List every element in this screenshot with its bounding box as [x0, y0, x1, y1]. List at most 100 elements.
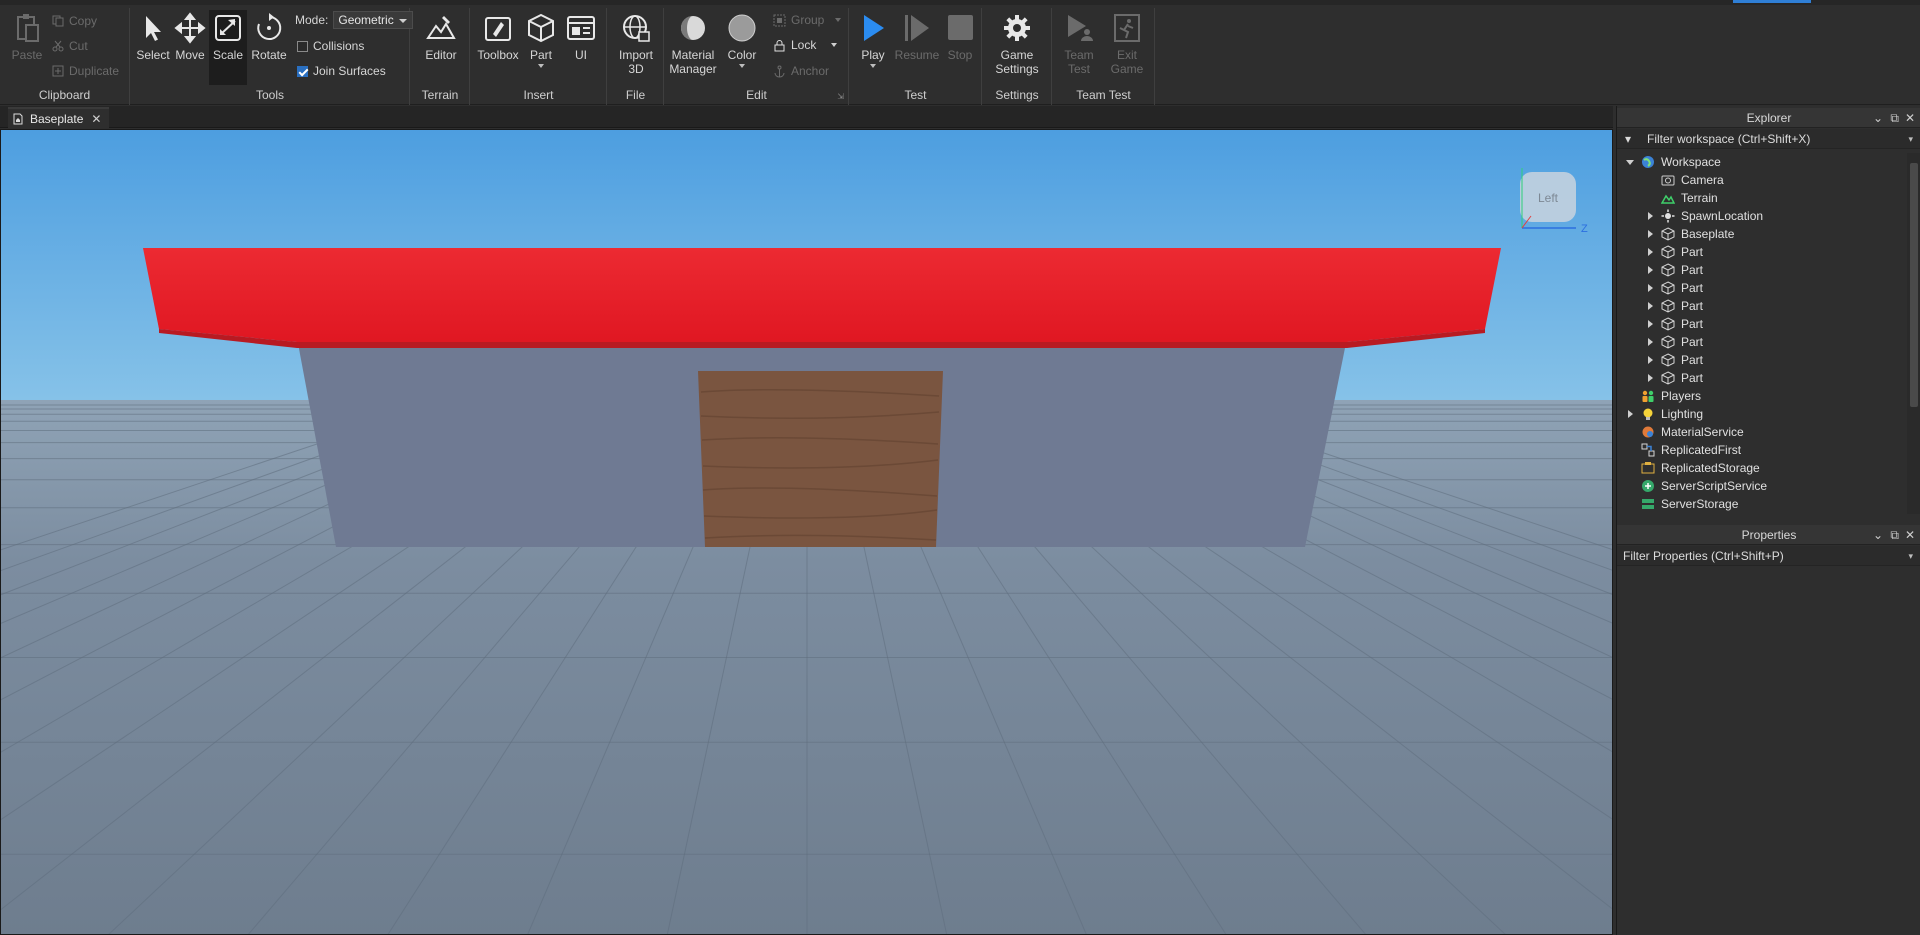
- explorer-scrollbar-thumb[interactable]: [1910, 163, 1918, 407]
- red-roof[interactable]: [143, 248, 1501, 342]
- game-settings-button[interactable]: Game Settings: [991, 12, 1043, 76]
- properties-collapse-icon[interactable]: ⌄: [1873, 525, 1883, 545]
- properties-filter-input[interactable]: Filter Properties (Ctrl+Shift+P): [1623, 546, 1784, 566]
- move-tool-button[interactable]: Move: [173, 12, 207, 62]
- explorer-item-workspace[interactable]: Workspace: [1625, 153, 1721, 171]
- anchor-button[interactable]: Anchor: [773, 62, 829, 80]
- material-manager-button[interactable]: Material Manager: [665, 12, 721, 76]
- explorer-item-part[interactable]: Part: [1645, 243, 1703, 261]
- join-surfaces-checkbox[interactable]: [297, 65, 308, 77]
- insert-part-button[interactable]: Part: [523, 12, 559, 68]
- tree-collapsed-arrow-icon[interactable]: [1645, 283, 1655, 293]
- explorer-item-label: Workspace: [1661, 155, 1721, 169]
- explorer-close-icon[interactable]: ✕: [1905, 108, 1915, 128]
- group-dropdown-caret[interactable]: [835, 18, 842, 22]
- explorer-item-part[interactable]: Part: [1645, 279, 1703, 297]
- explorer-item-materialservice[interactable]: MaterialService: [1625, 423, 1744, 441]
- move-label: Move: [175, 48, 205, 62]
- explorer-item-part[interactable]: Part: [1645, 333, 1703, 351]
- resume-button[interactable]: Resume: [894, 12, 940, 62]
- rotate-tool-button[interactable]: Rotate: [249, 12, 289, 62]
- insert-ui-button[interactable]: UI: [563, 12, 599, 62]
- 3d-viewport[interactable]: Left Z: [0, 129, 1613, 935]
- paste-button[interactable]: Paste: [8, 12, 46, 62]
- explorer-item-players[interactable]: Players: [1625, 387, 1701, 405]
- play-button[interactable]: Play: [854, 12, 892, 68]
- server-storage-icon: [1641, 497, 1655, 511]
- explorer-item-spawnlocation[interactable]: SpawnLocation: [1645, 207, 1763, 225]
- explorer-item-lighting[interactable]: Lighting: [1625, 405, 1703, 423]
- lock-button[interactable]: Lock: [773, 36, 838, 54]
- explorer-item-part[interactable]: Part: [1645, 315, 1703, 333]
- color-button[interactable]: Color: [724, 12, 760, 68]
- explorer-scrollbar[interactable]: [1907, 153, 1920, 514]
- scale-tool-button[interactable]: Scale: [209, 10, 247, 85]
- properties-undock-icon[interactable]: ⧉: [1890, 525, 1899, 545]
- tree-expanded-arrow-icon[interactable]: [1625, 157, 1635, 167]
- select-tool-button[interactable]: Select: [136, 12, 170, 62]
- terrain-editor-button[interactable]: Editor: [421, 12, 461, 62]
- tree-collapsed-arrow-icon[interactable]: [1645, 373, 1655, 383]
- test-group: Play Resume Stop Test: [850, 8, 982, 105]
- wooden-door[interactable]: [698, 371, 943, 547]
- explorer-filter-dropdown-icon[interactable]: ▾: [1908, 129, 1913, 149]
- copy-button[interactable]: Copy: [52, 12, 97, 30]
- tools-group: Select Move Scale Rotate Mode: Geometric…: [131, 8, 413, 105]
- tree-collapsed-arrow-icon[interactable]: [1645, 319, 1655, 329]
- tree-collapsed-arrow-icon[interactable]: [1645, 301, 1655, 311]
- collisions-toggle[interactable]: Collisions: [297, 37, 364, 55]
- explorer-item-serverstorage[interactable]: ServerStorage: [1625, 495, 1738, 513]
- mode-dropdown[interactable]: Geometric: [333, 11, 413, 29]
- part-dropdown-caret[interactable]: [538, 64, 544, 68]
- stop-button[interactable]: Stop: [942, 12, 978, 62]
- explorer-item-label: Baseplate: [1681, 227, 1735, 241]
- cut-button[interactable]: Cut: [52, 37, 88, 55]
- tab-baseplate[interactable]: Baseplate ✕: [8, 107, 110, 128]
- join-surfaces-toggle[interactable]: Join Surfaces: [297, 62, 386, 80]
- exit-game-button[interactable]: Exit Game: [1107, 12, 1147, 76]
- edit-expand-icon[interactable]: ⇲: [837, 92, 844, 101]
- lock-dropdown-caret[interactable]: [831, 43, 838, 47]
- explorer-item-replicatedfirst[interactable]: ReplicatedFirst: [1625, 441, 1741, 459]
- duplicate-button[interactable]: Duplicate: [52, 62, 119, 80]
- import-3d-button[interactable]: Import 3D: [614, 12, 658, 76]
- tab-close-icon[interactable]: ✕: [91, 112, 101, 126]
- explorer-filter-bar[interactable]: ▾ Filter workspace (Ctrl+Shift+X) ▾: [1617, 129, 1920, 149]
- explorer-filter-input[interactable]: Filter workspace (Ctrl+Shift+X): [1647, 129, 1810, 149]
- stop-label: Stop: [947, 48, 973, 62]
- properties-close-icon[interactable]: ✕: [1905, 525, 1915, 545]
- play-dropdown-caret[interactable]: [870, 64, 876, 68]
- explorer-item-part[interactable]: Part: [1645, 369, 1703, 387]
- tree-collapsed-arrow-icon[interactable]: [1645, 265, 1655, 275]
- tree-collapsed-arrow-icon[interactable]: [1625, 409, 1635, 419]
- explorer-item-serverscriptservice[interactable]: ServerScriptService: [1625, 477, 1767, 495]
- toolbox-button[interactable]: Toolbox: [476, 12, 520, 62]
- tree-collapsed-arrow-icon[interactable]: [1645, 355, 1655, 365]
- explorer-item-baseplate[interactable]: Baseplate: [1645, 225, 1734, 243]
- properties-filter-dropdown-icon[interactable]: ▾: [1908, 546, 1913, 566]
- group-button[interactable]: Group: [773, 11, 842, 29]
- collisions-checkbox[interactable]: [297, 40, 308, 52]
- explorer-item-terrain[interactable]: Terrain: [1645, 189, 1718, 207]
- color-dropdown-caret[interactable]: [739, 64, 745, 68]
- lightbulb-icon: [1641, 407, 1655, 421]
- explorer-item-label: Lighting: [1661, 407, 1704, 421]
- tree-collapsed-arrow-icon[interactable]: [1645, 211, 1655, 221]
- explorer-item-part[interactable]: Part: [1645, 297, 1703, 315]
- explorer-collapse-icon[interactable]: ⌄: [1873, 108, 1883, 128]
- tree-collapsed-arrow-icon[interactable]: [1645, 229, 1655, 239]
- explorer-item-replicatedstorage[interactable]: ReplicatedStorage: [1625, 459, 1760, 477]
- tree-collapsed-arrow-icon[interactable]: [1645, 247, 1655, 257]
- cut-label: Cut: [69, 39, 88, 53]
- explorer-item-camera[interactable]: Camera: [1645, 171, 1724, 189]
- team-test-button[interactable]: Team Test: [1059, 12, 1099, 76]
- explorer-item-part[interactable]: Part: [1645, 351, 1703, 369]
- viewport-scene[interactable]: Left Z: [1, 130, 1613, 935]
- explorer-item-label: MaterialService: [1661, 425, 1744, 439]
- explorer-undock-icon[interactable]: ⧉: [1890, 108, 1899, 128]
- explorer-item-part[interactable]: Part: [1645, 261, 1703, 279]
- properties-filter-bar[interactable]: Filter Properties (Ctrl+Shift+P) ▾: [1617, 546, 1920, 566]
- explorer-item-label: ServerStorage: [1661, 497, 1739, 511]
- tree-collapsed-arrow-icon[interactable]: [1645, 337, 1655, 347]
